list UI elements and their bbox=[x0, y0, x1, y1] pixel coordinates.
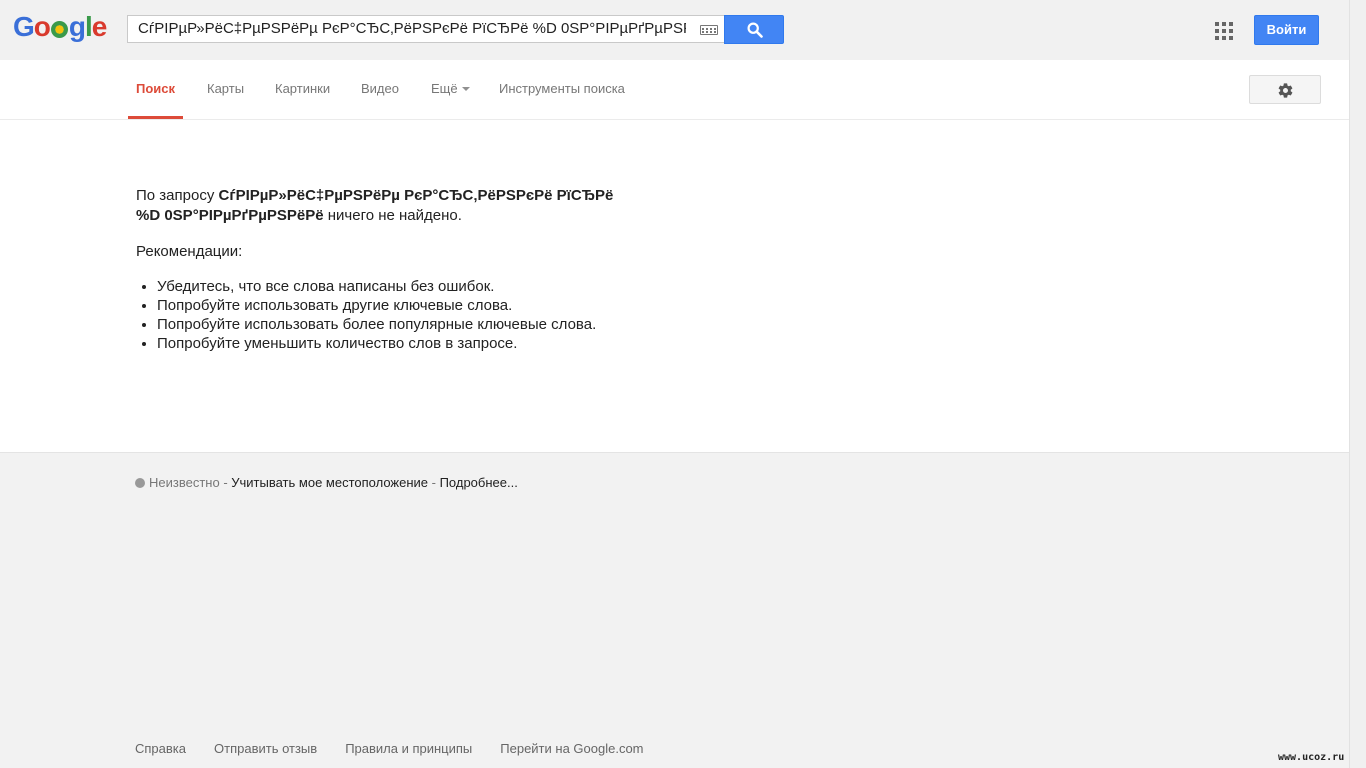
learn-more-link[interactable]: Подробнее... bbox=[440, 475, 518, 490]
search-tabs-bar: Поиск Карты Картинки Видео Ещё Инструмен… bbox=[0, 60, 1349, 120]
tab-images[interactable]: Картинки bbox=[275, 60, 330, 119]
gear-icon bbox=[1278, 83, 1293, 98]
query-text-line1: СѓРІРµР»РёС‡РµРЅРёРµ РєР°СЂС‚РёРЅРєРё Рї… bbox=[218, 187, 614, 204]
settings-button[interactable] bbox=[1249, 75, 1321, 104]
search-box[interactable]: СѓРІРµР»РёС‡РµРЅРёРµ РєР°СЂС‚РёРЅРєРё Рї… bbox=[127, 15, 724, 43]
separator: - bbox=[219, 475, 232, 490]
list-item: Попробуйте уменьшить количество слов в з… bbox=[157, 334, 676, 353]
recommendations-list: Убедитесь, что все слова написаны без ош… bbox=[136, 277, 676, 353]
use-location-link[interactable]: Учитывать мое местоположение bbox=[231, 475, 428, 490]
recommendations-title: Рекомендации: bbox=[136, 243, 243, 260]
query-text-line2: %D 0SР°РІРµРґРµРЅРёРё bbox=[136, 207, 324, 224]
footer-links: Справка Отправить отзыв Правила и принципы… bbox=[135, 741, 672, 756]
google-logo[interactable]: Go gle bbox=[13, 10, 107, 44]
footer-link-policies[interactable]: Правила и принципы bbox=[345, 741, 472, 756]
tab-maps[interactable]: Карты bbox=[207, 60, 244, 119]
apps-grid-icon[interactable] bbox=[1215, 22, 1233, 40]
tab-more[interactable]: Ещё bbox=[431, 60, 470, 119]
no-results-panel: По запросу СѓРІРµР»РёС‡РµРЅРёРµ РєР°СЂС‚… bbox=[136, 186, 676, 353]
search-icon bbox=[747, 22, 763, 38]
keyboard-icon[interactable] bbox=[700, 25, 718, 35]
tab-video[interactable]: Видео bbox=[361, 60, 399, 119]
tab-search-tools[interactable]: Инструменты поиска bbox=[499, 60, 625, 119]
list-item: Попробуйте использовать более популярные… bbox=[157, 315, 676, 334]
no-results-message: По запросу СѓРІРµР»РёС‡РµРЅРёРµ РєР°СЂС‚… bbox=[136, 186, 676, 226]
list-item: Убедитесь, что все слова написаны без ош… bbox=[157, 277, 676, 296]
tab-search[interactable]: Поиск bbox=[128, 60, 184, 119]
no-results-suffix: ничего не найдено. bbox=[323, 207, 462, 224]
tab-more-label: Ещё bbox=[431, 81, 458, 96]
footer-link-help[interactable]: Справка bbox=[135, 741, 186, 756]
search-results-page: Go gle СѓРІРµР»РёС‡РµРЅРёРµ РєР°СЂС‚РёРЅР… bbox=[0, 0, 1366, 768]
footer: Неизвестно - Учитывать мое местоположени… bbox=[0, 452, 1349, 768]
location-line: Неизвестно - Учитывать мое местоположени… bbox=[135, 475, 518, 490]
no-results-prefix: По запросу bbox=[136, 187, 219, 204]
location-status: Неизвестно bbox=[149, 475, 220, 490]
footer-link-google-com[interactable]: Перейти на Google.com bbox=[500, 741, 643, 756]
footer-link-feedback[interactable]: Отправить отзыв bbox=[214, 741, 317, 756]
separator: - bbox=[428, 475, 440, 490]
signin-button[interactable]: Войти bbox=[1254, 15, 1319, 45]
header-bar: Go gle СѓРІРµР»РёС‡РµРЅРёРµ РєР°СЂС‚РёРЅР… bbox=[0, 0, 1349, 60]
chevron-down-icon bbox=[461, 87, 470, 91]
search-button[interactable] bbox=[724, 15, 784, 44]
scrollbar[interactable] bbox=[1349, 0, 1366, 768]
watermark-text: www.ucoz.ru bbox=[1278, 752, 1345, 763]
location-dot-icon bbox=[135, 478, 145, 488]
list-item: Попробуйте использовать другие ключевые … bbox=[157, 296, 676, 315]
search-input[interactable]: СѓРІРµР»РёС‡РµРЅРёРµ РєР°СЂС‚РёРЅРєРё Рї… bbox=[138, 20, 686, 40]
